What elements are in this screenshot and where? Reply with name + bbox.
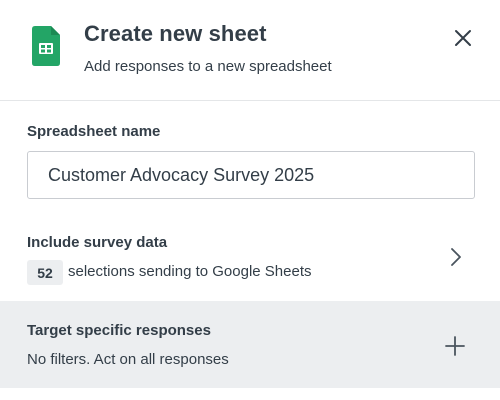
panel-title: Create new sheet (84, 21, 267, 46)
include-survey-data-title: Include survey data (27, 234, 168, 251)
spreadsheet-name-label: Spreadsheet name (27, 123, 161, 140)
close-button[interactable] (448, 23, 478, 53)
google-sheets-icon (32, 26, 60, 66)
target-responses-description: No filters. Act on all responses (27, 351, 229, 368)
header-divider (0, 100, 500, 101)
selection-count-text: selections sending to Google Sheets (68, 263, 312, 280)
plus-icon[interactable] (444, 335, 466, 357)
spreadsheet-name-input[interactable] (27, 151, 475, 199)
panel-header: Create new sheet Add responses to a new … (0, 0, 500, 100)
close-icon (455, 30, 471, 46)
selection-count-badge: 52 (27, 260, 63, 285)
chevron-right-icon[interactable] (446, 247, 466, 267)
target-responses-row[interactable]: Target specific responses No filters. Ac… (0, 301, 500, 388)
target-responses-title: Target specific responses (27, 322, 211, 339)
panel-subtitle: Add responses to a new spreadsheet (84, 58, 332, 75)
create-sheet-panel: Create new sheet Add responses to a new … (0, 0, 500, 400)
include-survey-data-row[interactable]: Include survey data 52 selections sendin… (0, 215, 500, 300)
